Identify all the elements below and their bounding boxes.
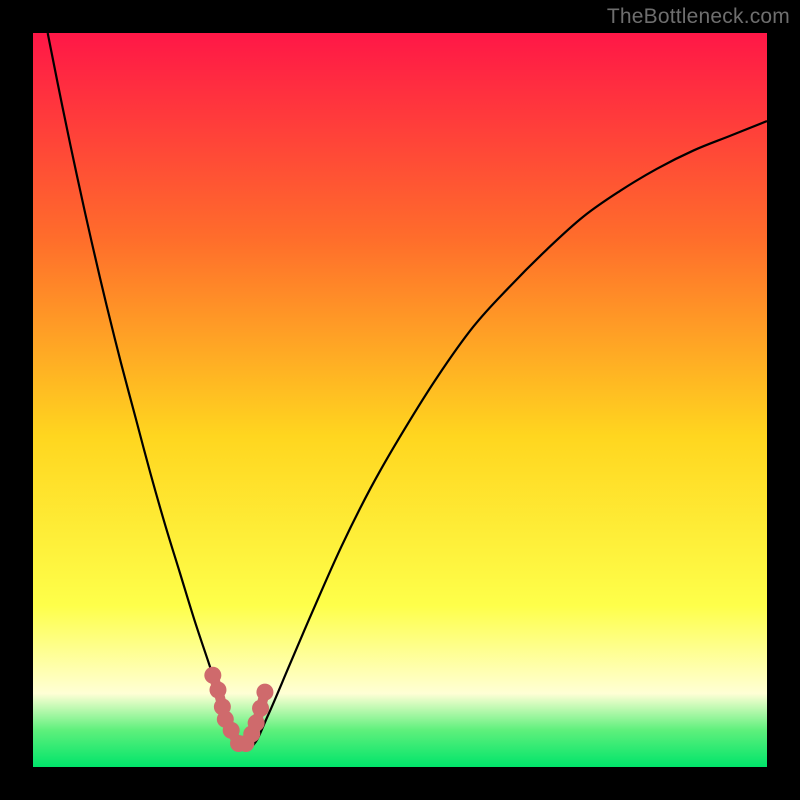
valley-marker-dot <box>248 714 265 731</box>
watermark-text: TheBottleneck.com <box>607 5 790 29</box>
valley-marker-dot <box>204 667 221 684</box>
valley-marker-dot <box>209 681 226 698</box>
chart-svg <box>33 33 767 767</box>
gradient-background <box>33 33 767 767</box>
valley-marker-dot <box>256 684 273 701</box>
valley-marker-dot <box>252 700 269 717</box>
chart-area <box>33 33 767 767</box>
